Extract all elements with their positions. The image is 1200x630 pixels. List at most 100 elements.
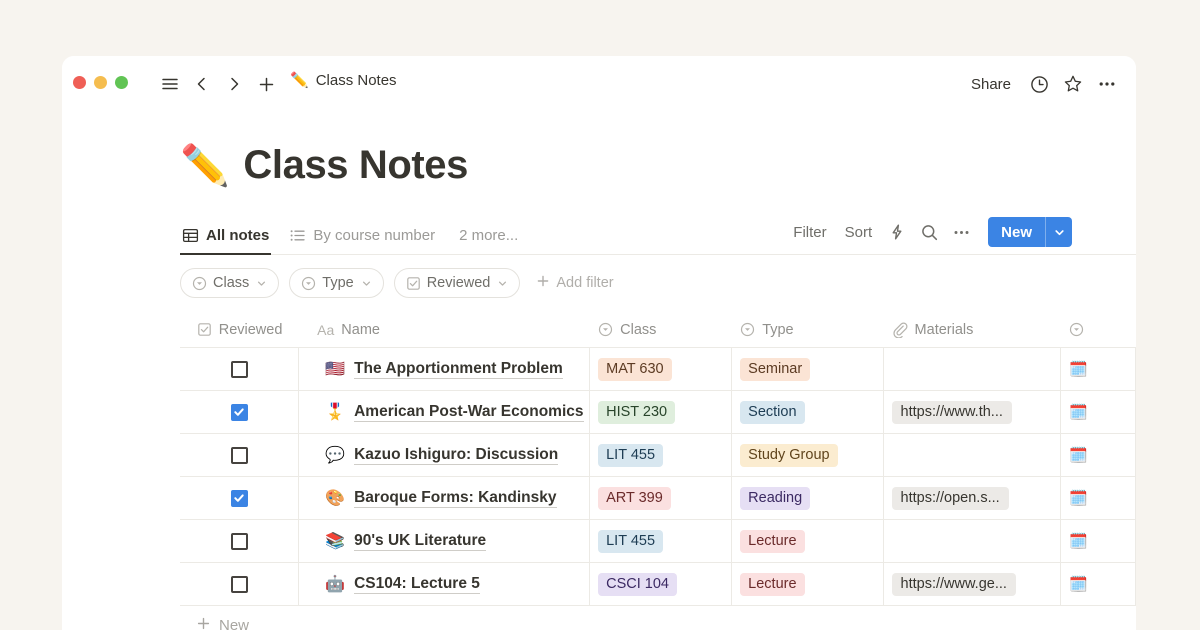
lightning-bolt-icon[interactable] (882, 217, 912, 247)
filter-chip-type[interactable]: Type (289, 268, 383, 298)
row-name-link[interactable]: Baroque Forms: Kandinsky (354, 489, 556, 508)
row-reviewed-cell[interactable] (180, 520, 299, 562)
column-header-class[interactable]: Class (590, 312, 732, 347)
row-class-cell[interactable]: LIT 455 (590, 434, 732, 476)
row-type-cell[interactable]: Lecture (732, 520, 883, 562)
row-type-cell[interactable]: Seminar (732, 348, 883, 390)
row-name-link[interactable]: American Post-War Economics (354, 403, 583, 422)
more-views-button[interactable]: 2 more... (459, 227, 518, 244)
row-type-cell[interactable]: Reading (732, 477, 883, 519)
filter-button[interactable]: Filter (785, 218, 834, 247)
row-reviewed-cell[interactable] (180, 348, 299, 390)
reviewed-checkbox[interactable] (231, 576, 248, 593)
chevron-down-icon[interactable] (1046, 217, 1072, 247)
minimize-window-button[interactable] (94, 76, 107, 89)
reviewed-checkbox[interactable] (231, 533, 248, 550)
row-name-cell[interactable]: 🎖️American Post-War Economics (299, 391, 590, 433)
more-options-icon[interactable] (1092, 69, 1122, 99)
row-materials-cell[interactable] (884, 520, 1061, 562)
row-materials-cell[interactable] (884, 348, 1061, 390)
row-next-column-partial-cell[interactable]: 🗓️ (1061, 391, 1136, 433)
row-name-link[interactable]: CS104: Lecture 5 (354, 575, 480, 594)
row-materials-cell[interactable]: https://open.s... (884, 477, 1061, 519)
maximize-window-button[interactable] (115, 76, 128, 89)
materials-url-chip[interactable]: https://open.s... (892, 487, 1009, 510)
close-window-button[interactable] (73, 76, 86, 89)
row-name-cell[interactable]: 📚90's UK Literature (299, 520, 590, 562)
row-next-column-partial-cell[interactable]: 🗓️ (1061, 348, 1136, 390)
row-reviewed-cell[interactable] (180, 391, 299, 433)
table-row[interactable]: 🎖️American Post-War EconomicsHIST 230Sec… (180, 391, 1136, 434)
traffic-lights (73, 76, 128, 89)
row-class-cell[interactable]: ART 399 (590, 477, 732, 519)
app-window: ✏️ Class Notes Share (62, 56, 1136, 630)
row-next-column-partial-cell[interactable]: 🗓️ (1061, 520, 1136, 562)
column-header-materials-label: Materials (915, 322, 974, 338)
row-type-cell[interactable]: Lecture (732, 563, 883, 605)
breadcrumb[interactable]: ✏️ Class Notes (290, 71, 397, 89)
row-name-link[interactable]: 90's UK Literature (354, 532, 486, 551)
page-pencil-icon[interactable]: ✏️ (180, 142, 229, 189)
column-header-reviewed[interactable]: Reviewed (180, 312, 299, 347)
back-icon[interactable] (186, 68, 218, 100)
row-type-cell[interactable]: Section (732, 391, 883, 433)
history-clock-icon[interactable] (1024, 69, 1054, 99)
row-class-cell[interactable]: MAT 630 (590, 348, 732, 390)
chevron-down-icon (497, 278, 508, 289)
row-partial-emoji-icon: 🗓️ (1069, 532, 1088, 550)
filter-chip-reviewed[interactable]: Reviewed (394, 268, 521, 298)
row-reviewed-cell[interactable] (180, 434, 299, 476)
row-reviewed-cell[interactable] (180, 477, 299, 519)
tab-by-course-number[interactable]: By course number (287, 215, 437, 255)
page-title-text[interactable]: Class Notes (243, 143, 468, 188)
table-row[interactable]: 🎨Baroque Forms: KandinskyART 399Reading h… (180, 477, 1136, 520)
row-next-column-partial-cell[interactable]: 🗓️ (1061, 434, 1136, 476)
table-row[interactable]: 📚90's UK LiteratureLIT 455Lecture 🗓️ (180, 520, 1136, 563)
table-row[interactable]: 🤖 CS104: Lecture 5 CSCI 104Lecture https://… (180, 563, 1136, 606)
row-name-link[interactable]: Kazuo Ishiguro: Discussion (354, 446, 558, 465)
tab-all-notes[interactable]: All notes (180, 215, 271, 255)
row-materials-cell[interactable]: https://www.ge... (884, 563, 1061, 605)
reviewed-checkbox[interactable] (231, 490, 248, 507)
materials-url-chip[interactable]: https://www.ge... (892, 573, 1016, 596)
filter-chip-class[interactable]: Class (180, 268, 279, 298)
row-name-cell[interactable]: 🎨Baroque Forms: Kandinsky (299, 477, 590, 519)
row-name-cell[interactable]: 🤖 CS104: Lecture 5 (299, 563, 590, 605)
new-button[interactable]: New (988, 217, 1072, 247)
row-name-link[interactable]: The Apportionment Problem (354, 360, 563, 379)
column-header-next-partial[interactable] (1061, 312, 1136, 347)
add-filter-button[interactable]: Add filter (530, 274, 619, 292)
row-next-column-partial-cell[interactable]: 🗓️ (1061, 477, 1136, 519)
column-header-name[interactable]: Aa Name (299, 312, 590, 347)
column-header-type-label: Type (762, 322, 793, 338)
column-header-type[interactable]: Type (732, 312, 883, 347)
row-partial-emoji-icon: 🗓️ (1069, 403, 1088, 421)
row-name-cell[interactable]: 💬Kazuo Ishiguro: Discussion (299, 434, 590, 476)
sort-button[interactable]: Sort (837, 218, 881, 247)
reviewed-checkbox[interactable] (231, 447, 248, 464)
row-type-cell[interactable]: Study Group (732, 434, 883, 476)
star-icon[interactable] (1058, 69, 1088, 99)
row-name-cell[interactable]: 🇺🇸The Apportionment Problem (299, 348, 590, 390)
reviewed-checkbox[interactable] (231, 361, 248, 378)
row-class-cell[interactable]: LIT 455 (590, 520, 732, 562)
sidebar-toggle-icon[interactable] (154, 68, 186, 100)
new-tab-plus-icon[interactable] (250, 68, 282, 100)
reviewed-checkbox[interactable] (231, 404, 248, 421)
row-reviewed-cell[interactable] (180, 563, 299, 605)
materials-url-chip[interactable]: https://www.th... (892, 401, 1012, 424)
row-next-column-partial-cell[interactable]: 🗓️ (1061, 563, 1136, 605)
new-row-button[interactable]: New (180, 606, 1136, 630)
table-row[interactable]: 🇺🇸The Apportionment ProblemMAT 630Semina… (180, 348, 1136, 391)
row-class-cell[interactable]: HIST 230 (590, 391, 732, 433)
row-class-cell[interactable]: CSCI 104 (590, 563, 732, 605)
row-materials-cell[interactable] (884, 434, 1061, 476)
row-materials-cell[interactable]: https://www.th... (884, 391, 1061, 433)
forward-icon[interactable] (218, 68, 250, 100)
share-button[interactable]: Share (962, 71, 1020, 98)
row-emoji-icon: 🤖 (325, 576, 345, 592)
table-row[interactable]: 💬Kazuo Ishiguro: DiscussionLIT 455Study … (180, 434, 1136, 477)
search-icon[interactable] (914, 217, 944, 247)
column-header-materials[interactable]: Materials (884, 312, 1061, 347)
view-more-options-icon[interactable] (946, 217, 976, 247)
